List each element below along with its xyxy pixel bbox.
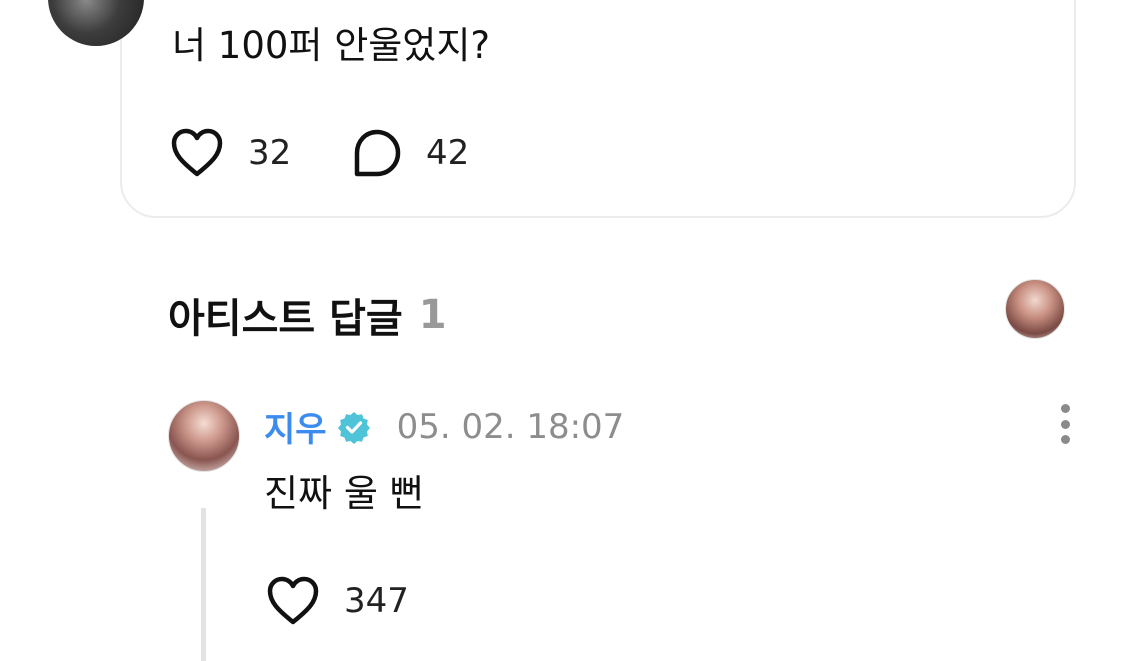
reply-author-avatar[interactable] bbox=[168, 400, 240, 472]
artist-replies-header: 아티스트 답글 1 bbox=[168, 286, 447, 344]
reply-date: 05. 02. 18:07 bbox=[396, 406, 625, 447]
section-title: 아티스트 답글 bbox=[168, 296, 403, 342]
heart-icon bbox=[171, 128, 223, 177]
verified-badge-icon bbox=[337, 411, 370, 444]
reply-text: 진짜 울 뻔 bbox=[264, 472, 424, 515]
reply-header: 지우 05. 02. 18:07 bbox=[264, 402, 624, 451]
page: 너 100퍼 안울었지? 32 42 아티스트 답글 1 지우 05. 02. … bbox=[0, 0, 1125, 661]
post-comment-count: 42 bbox=[426, 133, 470, 173]
thread-line bbox=[201, 508, 206, 661]
post-text: 너 100퍼 안울었지? bbox=[172, 24, 491, 67]
comment-bubble-icon bbox=[354, 129, 401, 177]
reply-like-button[interactable]: 347 bbox=[266, 576, 409, 626]
more-vertical-icon[interactable] bbox=[1058, 404, 1072, 444]
post-like-count: 32 bbox=[248, 133, 292, 173]
post-like-button[interactable]: 32 bbox=[170, 128, 291, 178]
heart-icon bbox=[267, 576, 319, 625]
reply-author-name[interactable]: 지우 bbox=[264, 402, 327, 451]
post-comment-button[interactable]: 42 bbox=[352, 128, 469, 178]
artist-avatar[interactable] bbox=[1005, 279, 1065, 339]
section-count: 1 bbox=[418, 292, 447, 338]
reply-like-count: 347 bbox=[344, 581, 409, 621]
